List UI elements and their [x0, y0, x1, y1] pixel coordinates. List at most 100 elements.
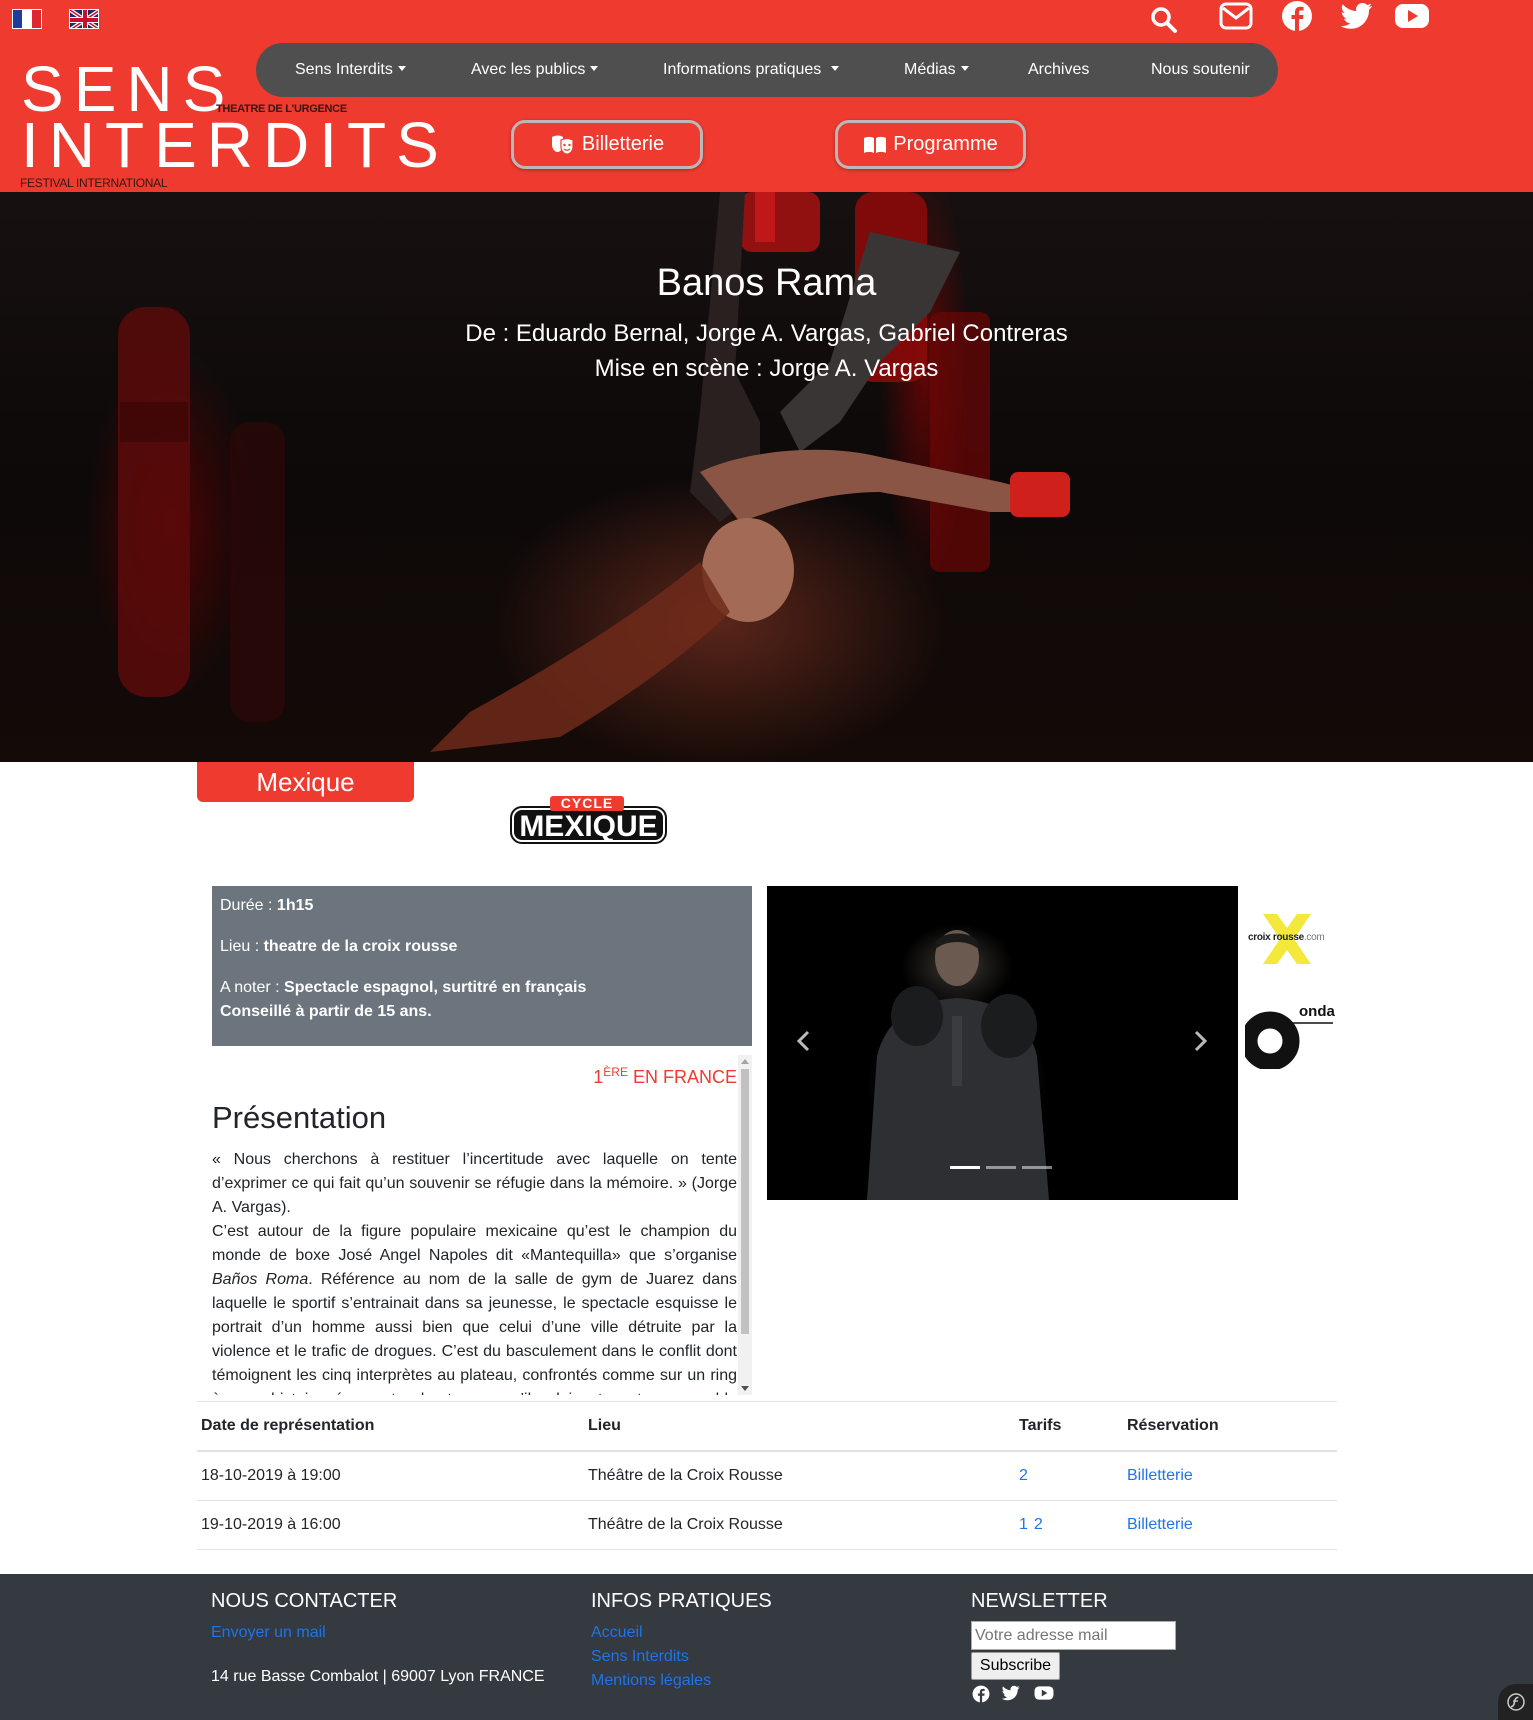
- representations-table: Date de représentation Lieu Tarifs Réser…: [197, 1401, 1337, 1550]
- youtube-icon[interactable]: [1392, 0, 1432, 34]
- scroll-down-arrow-icon[interactable]: [741, 1386, 749, 1391]
- caret-down-icon: [830, 65, 839, 71]
- footer-twitter-icon[interactable]: [1001, 1685, 1020, 1703]
- presentation-panel[interactable]: 1ÈRE EN FRANCE Présentation « Nous cherc…: [212, 1055, 752, 1395]
- info-lieu: Lieu : theatre de la croix rousse: [220, 935, 744, 959]
- search-icon[interactable]: [1144, 2, 1184, 38]
- premiere-number: 1: [593, 1067, 604, 1087]
- nav-label: Sens Interdits: [295, 61, 393, 78]
- nav-label: Nous soutenir: [1151, 61, 1250, 78]
- info-value: 1h15: [276, 897, 314, 914]
- partner-text-part: rousse: [1272, 932, 1304, 943]
- table-header-row: Date de représentation Lieu Tarifs Réser…: [197, 1402, 1337, 1452]
- flag-uk-icon[interactable]: [69, 9, 99, 29]
- footer-link-accueil[interactable]: Accueil: [591, 1621, 772, 1645]
- footer-mail-link[interactable]: Envoyer un mail: [211, 1621, 397, 1645]
- premiere-badge: 1ÈRE EN FRANCE: [593, 1065, 737, 1088]
- programme-button[interactable]: Programme: [835, 120, 1026, 169]
- nav-label: Informations pratiques: [663, 61, 826, 78]
- row-date: 18-10-2019 à 19:00: [201, 1467, 341, 1484]
- info-value: Conseillé à partir de 15 ans.: [220, 1003, 432, 1020]
- theater-masks-icon: [550, 135, 576, 155]
- flag-fr-icon[interactable]: [12, 9, 42, 29]
- site-footer: NOUS CONTACTER Envoyer un mail 14 rue Ba…: [0, 1574, 1533, 1720]
- book-open-icon: [863, 135, 887, 155]
- symfony-debug-toolbar-icon[interactable]: [1498, 1684, 1533, 1720]
- carousel-indicator-1[interactable]: [950, 1166, 980, 1169]
- row-tarifs: 2: [1019, 1452, 1034, 1500]
- cycle-mexique-logo[interactable]: MEXIQUE CYCLE: [510, 796, 667, 844]
- twitter-icon[interactable]: [1337, 0, 1377, 34]
- photo-carousel: [767, 886, 1238, 1200]
- footer-link-mentions-legales[interactable]: Mentions légales: [591, 1669, 772, 1693]
- nav-avec-les-publics[interactable]: Avec les publics: [471, 43, 599, 97]
- presentation-text: « Nous cherchons à restituer l’incertitu…: [212, 1148, 737, 1395]
- nav-informations-pratiques[interactable]: Informations pratiques: [663, 43, 839, 97]
- newsletter-email-input[interactable]: [971, 1621, 1176, 1650]
- main-navbar: Sens Interdits Avec les publics Informat…: [256, 43, 1278, 97]
- carousel-indicator-3[interactable]: [1022, 1166, 1052, 1169]
- presentation-heading: Présentation: [212, 1100, 387, 1135]
- info-duree: Durée : 1h15: [220, 894, 744, 918]
- carousel-next-button[interactable]: [1181, 1016, 1221, 1066]
- nav-label: Médias: [904, 61, 956, 78]
- presentation-paragraph: . Référence au nom de la salle de gym de…: [212, 1271, 737, 1395]
- partner-croix-rousse-text: croix rousse.com: [1248, 932, 1325, 943]
- partner-text-part: croix: [1248, 932, 1273, 943]
- footer-youtube-icon[interactable]: [1034, 1685, 1054, 1703]
- nav-archives[interactable]: Archives: [1028, 43, 1089, 97]
- caret-down-icon: [590, 65, 599, 71]
- facebook-icon[interactable]: [1277, 0, 1317, 34]
- row-lieu: Théâtre de la Croix Rousse: [588, 1467, 783, 1484]
- presentation-paragraph: « Nous cherchons à restituer l’incertitu…: [212, 1151, 737, 1216]
- column-header-lieu: Lieu: [588, 1417, 621, 1434]
- carousel-indicator-2[interactable]: [986, 1166, 1016, 1169]
- cycle-logo-top: CYCLE: [550, 796, 624, 811]
- country-tab: Mexique: [197, 762, 414, 802]
- nav-sens-interdits[interactable]: Sens Interdits: [295, 43, 406, 97]
- partner-onda-text: onda: [1299, 1003, 1335, 1020]
- chevron-right-icon: [1194, 1030, 1208, 1052]
- info-label: A noter :: [220, 979, 285, 996]
- row-tarifs: 12: [1019, 1501, 1049, 1549]
- info-label: Lieu :: [220, 938, 264, 955]
- footer-address: 14 rue Basse Combalot | 69007 Lyon FRANC…: [211, 1668, 545, 1685]
- cycle-logo-main: MEXIQUE: [510, 806, 667, 844]
- row-lieu: Théâtre de la Croix Rousse: [588, 1516, 783, 1533]
- partner-croix-rousse-logo[interactable]: croix rousse.com: [1245, 910, 1330, 968]
- scroll-thumb[interactable]: [741, 1069, 749, 1334]
- show-name-italic: Baños Roma: [212, 1271, 309, 1288]
- logo-line-2: INTERDITS: [21, 109, 449, 181]
- footer-infos: INFOS PRATIQUES Accueil Sens Interdits M…: [591, 1590, 772, 1693]
- newsletter-subscribe-button[interactable]: Subscribe: [971, 1652, 1060, 1680]
- billetterie-button[interactable]: Billetterie: [511, 120, 703, 169]
- tarif-link[interactable]: 2: [1034, 1516, 1043, 1534]
- billetterie-label: Billetterie: [581, 133, 665, 155]
- footer-facebook-icon[interactable]: [972, 1685, 990, 1703]
- tarif-link[interactable]: 2: [1019, 1467, 1028, 1485]
- footer-infos-title: INFOS PRATIQUES: [591, 1590, 772, 1612]
- nav-nous-soutenir[interactable]: Nous soutenir: [1151, 43, 1250, 97]
- carousel-prev-button[interactable]: [783, 1016, 823, 1066]
- logo-tagline: FESTIVAL INTERNATIONAL: [20, 176, 168, 190]
- reservation-link[interactable]: Billetterie: [1127, 1467, 1193, 1485]
- scroll-up-arrow-icon[interactable]: [741, 1059, 749, 1064]
- presentation-scrollbar[interactable]: [738, 1055, 752, 1395]
- site-header: SENS INTERDITS THEATRE DE L'URGENCE FEST…: [0, 0, 1533, 192]
- footer-newsletter-title: NEWSLETTER: [971, 1590, 1108, 1612]
- footer-link-sens-interdits[interactable]: Sens Interdits: [591, 1645, 772, 1669]
- mail-icon[interactable]: [1216, 0, 1256, 34]
- row-date: 19-10-2019 à 16:00: [201, 1516, 341, 1533]
- reservation-link[interactable]: Billetterie: [1127, 1516, 1193, 1534]
- tarif-link[interactable]: 1: [1019, 1516, 1028, 1534]
- partner-onda-logo[interactable]: onda: [1245, 1003, 1335, 1069]
- info-a-noter: A noter : Spectacle espagnol, surtitré e…: [220, 976, 744, 1024]
- nav-label: Archives: [1028, 61, 1090, 78]
- presentation-paragraph: C’est autour de la figure populaire mexi…: [212, 1223, 737, 1264]
- nav-medias[interactable]: Médias: [904, 43, 969, 97]
- chevron-left-icon: [796, 1030, 810, 1052]
- show-authors: De : Eduardo Bernal, Jorge A. Vargas, Ga…: [465, 320, 1068, 347]
- row-reservation: Billetterie: [1127, 1501, 1193, 1549]
- caret-down-icon: [960, 65, 969, 71]
- logo-subtitle: THEATRE DE L'URGENCE: [216, 103, 347, 115]
